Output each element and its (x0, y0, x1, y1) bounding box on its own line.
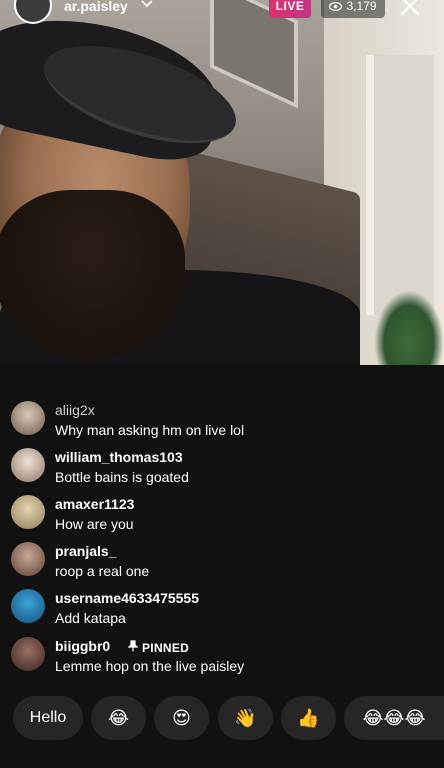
comment-username[interactable]: username4633475555 (55, 590, 199, 606)
comment-text: Bottle bains is goated (55, 469, 189, 485)
comment-item[interactable]: aliig2x Why man asking hm on live lol (0, 396, 444, 442)
avatar[interactable] (11, 542, 45, 576)
person-beard (0, 190, 185, 360)
chevron-down-icon[interactable] (140, 0, 154, 12)
reaction-triple-laughing[interactable]: 😂😂😂 (344, 696, 444, 740)
quick-reply-hello[interactable]: Hello (13, 696, 83, 740)
comment-item[interactable]: amaxer1123 How are you (0, 490, 444, 536)
comment-text: Why man asking hm on live lol (55, 422, 245, 438)
comment-username[interactable]: aliig2x (55, 402, 95, 418)
avatar[interactable] (11, 448, 45, 482)
avatar[interactable] (11, 589, 45, 623)
eye-icon (329, 1, 343, 11)
comment-text: Add katapa (55, 610, 126, 626)
live-top-bar: ar.paisley LIVE 3,179 (0, 0, 444, 26)
pinned-label: PINNED (142, 640, 190, 655)
live-video (0, 0, 444, 365)
quick-reactions-bar: Hello 😂 😍 👋 👍 😂😂😂 (0, 696, 444, 740)
background-window (366, 55, 434, 315)
comment-text: Lemme hop on the live paisley (55, 658, 245, 674)
close-icon[interactable] (396, 0, 424, 20)
comment-username[interactable]: william_thomas103 (55, 449, 183, 465)
host-username[interactable]: ar.paisley (64, 0, 128, 14)
comment-username[interactable]: amaxer1123 (55, 496, 134, 512)
avatar[interactable] (11, 637, 45, 671)
reaction-laughing[interactable]: 😂 (91, 696, 146, 740)
reaction-thumbs-up[interactable]: 👍 (281, 696, 336, 740)
reaction-wave[interactable]: 👋 (218, 696, 273, 740)
comment-item[interactable]: username4633475555 Add katapa (0, 584, 444, 630)
comment-username[interactable]: biiggbr0 (55, 638, 110, 654)
pin-icon (127, 640, 139, 655)
comment-text: How are you (55, 516, 134, 532)
comment-username[interactable]: pranjals_ (55, 543, 116, 559)
viewer-count: 3,179 (346, 0, 377, 13)
pinned-badge: PINNED (127, 640, 190, 655)
avatar[interactable] (11, 401, 45, 435)
host-avatar[interactable] (14, 0, 52, 24)
viewer-count-pill[interactable]: 3,179 (321, 0, 385, 18)
comment-item-pinned[interactable]: biiggbr0 PINNED Lemme hop on the live pa… (0, 632, 444, 678)
reaction-heart-eyes[interactable]: 😍 (154, 696, 209, 740)
comment-item[interactable]: william_thomas103 Bottle bains is goated (0, 443, 444, 489)
live-badge: LIVE (269, 0, 311, 18)
comment-text: roop a real one (55, 563, 150, 579)
background-plant (374, 290, 444, 365)
avatar[interactable] (11, 495, 45, 529)
comment-item[interactable]: pranjals_ roop a real one (0, 537, 444, 583)
